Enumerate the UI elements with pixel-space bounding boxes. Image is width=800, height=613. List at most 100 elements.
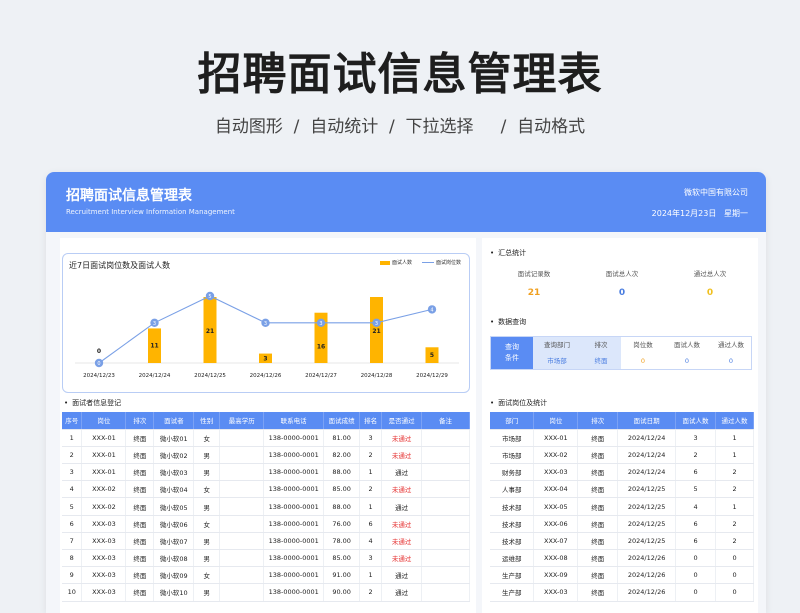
- table-cell[interactable]: 0: [715, 583, 754, 602]
- table-cell[interactable]: 未通过: [381, 429, 423, 447]
- table-cell[interactable]: [421, 446, 470, 465]
- query-department-select[interactable]: 查询部门 市场部: [533, 337, 581, 369]
- table-cell[interactable]: 2024/12/26: [617, 549, 677, 568]
- table-cell[interactable]: XXX-01: [81, 429, 127, 447]
- table-cell[interactable]: XXX-08: [533, 549, 579, 568]
- table-cell[interactable]: 6: [359, 515, 383, 533]
- table-cell[interactable]: 0: [715, 549, 754, 568]
- table-cell[interactable]: XXX-01: [533, 429, 579, 447]
- table-cell[interactable]: 82.00: [323, 446, 361, 465]
- table-cell[interactable]: 终面: [125, 532, 155, 551]
- table-cell[interactable]: 女: [193, 480, 221, 499]
- table-cell[interactable]: 市场部: [490, 429, 535, 447]
- table-cell[interactable]: 138-0000-0001: [263, 549, 325, 568]
- table-cell[interactable]: XXX-03: [81, 583, 127, 602]
- table-cell[interactable]: [219, 446, 265, 465]
- table-cell[interactable]: XXX-03: [81, 532, 127, 551]
- table-cell[interactable]: 91.00: [323, 566, 361, 585]
- table-cell[interactable]: 2: [715, 463, 754, 482]
- table-cell[interactable]: [421, 463, 470, 482]
- table-cell[interactable]: 2024/12/25: [617, 515, 677, 533]
- table-cell[interactable]: 9: [62, 566, 83, 585]
- table-cell[interactable]: 1: [715, 429, 754, 447]
- table-cell[interactable]: 未通过: [381, 515, 423, 533]
- table-cell[interactable]: XXX-04: [533, 480, 579, 499]
- table-cell[interactable]: 138-0000-0001: [263, 463, 325, 482]
- table-cell[interactable]: 终面: [577, 480, 619, 499]
- table-cell[interactable]: 生产部: [490, 566, 535, 585]
- table-cell[interactable]: 4: [675, 497, 717, 516]
- table-cell[interactable]: 0: [675, 549, 717, 568]
- table-cell[interactable]: 终面: [125, 446, 155, 465]
- table-cell[interactable]: 终面: [577, 583, 619, 602]
- table-cell[interactable]: 终面: [125, 463, 155, 482]
- table-cell[interactable]: 终面: [125, 515, 155, 533]
- table-cell[interactable]: 微小软04: [153, 480, 195, 499]
- table-cell[interactable]: 生产部: [490, 583, 535, 602]
- table-cell[interactable]: 微小软09: [153, 566, 195, 585]
- table-cell[interactable]: 6: [675, 532, 717, 551]
- table-cell[interactable]: 88.00: [323, 463, 361, 482]
- table-cell[interactable]: 技术部: [490, 497, 535, 516]
- table-cell[interactable]: 市场部: [490, 446, 535, 465]
- table-cell[interactable]: 2024/12/24: [617, 429, 677, 447]
- query-button[interactable]: 查询 条件: [491, 337, 533, 369]
- table-cell[interactable]: 未通过: [381, 480, 423, 499]
- table-cell[interactable]: XXX-02: [81, 497, 127, 516]
- table-cell[interactable]: 终面: [577, 497, 619, 516]
- table-cell[interactable]: XXX-03: [533, 583, 579, 602]
- table-cell[interactable]: XXX-06: [533, 515, 579, 533]
- table-cell[interactable]: [219, 480, 265, 499]
- table-cell[interactable]: 2024/12/25: [617, 497, 677, 516]
- table-cell[interactable]: [219, 515, 265, 533]
- table-cell[interactable]: [219, 549, 265, 568]
- table-cell[interactable]: XXX-05: [533, 497, 579, 516]
- table-cell[interactable]: 138-0000-0001: [263, 429, 325, 447]
- table-cell[interactable]: 2: [715, 532, 754, 551]
- table-cell[interactable]: 1: [715, 446, 754, 465]
- table-cell[interactable]: 81.00: [323, 429, 361, 447]
- table-cell[interactable]: 微小软02: [153, 446, 195, 465]
- table-cell[interactable]: 7: [62, 532, 83, 551]
- table-cell[interactable]: 2: [675, 446, 717, 465]
- table-cell[interactable]: 138-0000-0001: [263, 583, 325, 602]
- table-cell[interactable]: 2: [715, 515, 754, 533]
- table-cell[interactable]: 78.00: [323, 532, 361, 551]
- table-cell[interactable]: 138-0000-0001: [263, 566, 325, 585]
- table-cell[interactable]: 1: [715, 497, 754, 516]
- table-cell[interactable]: XXX-03: [533, 463, 579, 482]
- table-cell[interactable]: 人事部: [490, 480, 535, 499]
- table-cell[interactable]: 4: [359, 532, 383, 551]
- table-cell[interactable]: 90.00: [323, 583, 361, 602]
- table-cell[interactable]: 终面: [577, 429, 619, 447]
- table-cell[interactable]: 2024/12/24: [617, 446, 677, 465]
- table-cell[interactable]: 终面: [125, 497, 155, 516]
- table-cell[interactable]: 微小软06: [153, 515, 195, 533]
- table-cell[interactable]: [421, 549, 470, 568]
- table-cell[interactable]: 4: [62, 480, 83, 499]
- table-cell[interactable]: 85.00: [323, 549, 361, 568]
- table-cell[interactable]: 终面: [125, 480, 155, 499]
- table-cell[interactable]: 0: [675, 566, 717, 585]
- table-cell[interactable]: 通过: [381, 566, 423, 585]
- table-cell[interactable]: XXX-03: [81, 515, 127, 533]
- table-cell[interactable]: 终面: [577, 549, 619, 568]
- table-cell[interactable]: XXX-09: [533, 566, 579, 585]
- table-cell[interactable]: [421, 480, 470, 499]
- table-cell[interactable]: XXX-03: [81, 549, 127, 568]
- table-cell[interactable]: 1: [62, 429, 83, 447]
- table-cell[interactable]: XXX-01: [81, 463, 127, 482]
- table-cell[interactable]: 138-0000-0001: [263, 515, 325, 533]
- table-cell[interactable]: 3: [359, 549, 383, 568]
- table-cell[interactable]: 138-0000-0001: [263, 532, 325, 551]
- table-cell[interactable]: 微小软08: [153, 549, 195, 568]
- table-cell[interactable]: 终面: [125, 429, 155, 447]
- table-cell[interactable]: 终面: [125, 549, 155, 568]
- table-cell[interactable]: 1: [359, 566, 383, 585]
- table-cell[interactable]: [219, 566, 265, 585]
- table-cell[interactable]: 女: [193, 566, 221, 585]
- table-cell[interactable]: 2: [715, 480, 754, 499]
- table-cell[interactable]: 2: [359, 480, 383, 499]
- table-cell[interactable]: 未通过: [381, 549, 423, 568]
- table-cell[interactable]: 男: [193, 532, 221, 551]
